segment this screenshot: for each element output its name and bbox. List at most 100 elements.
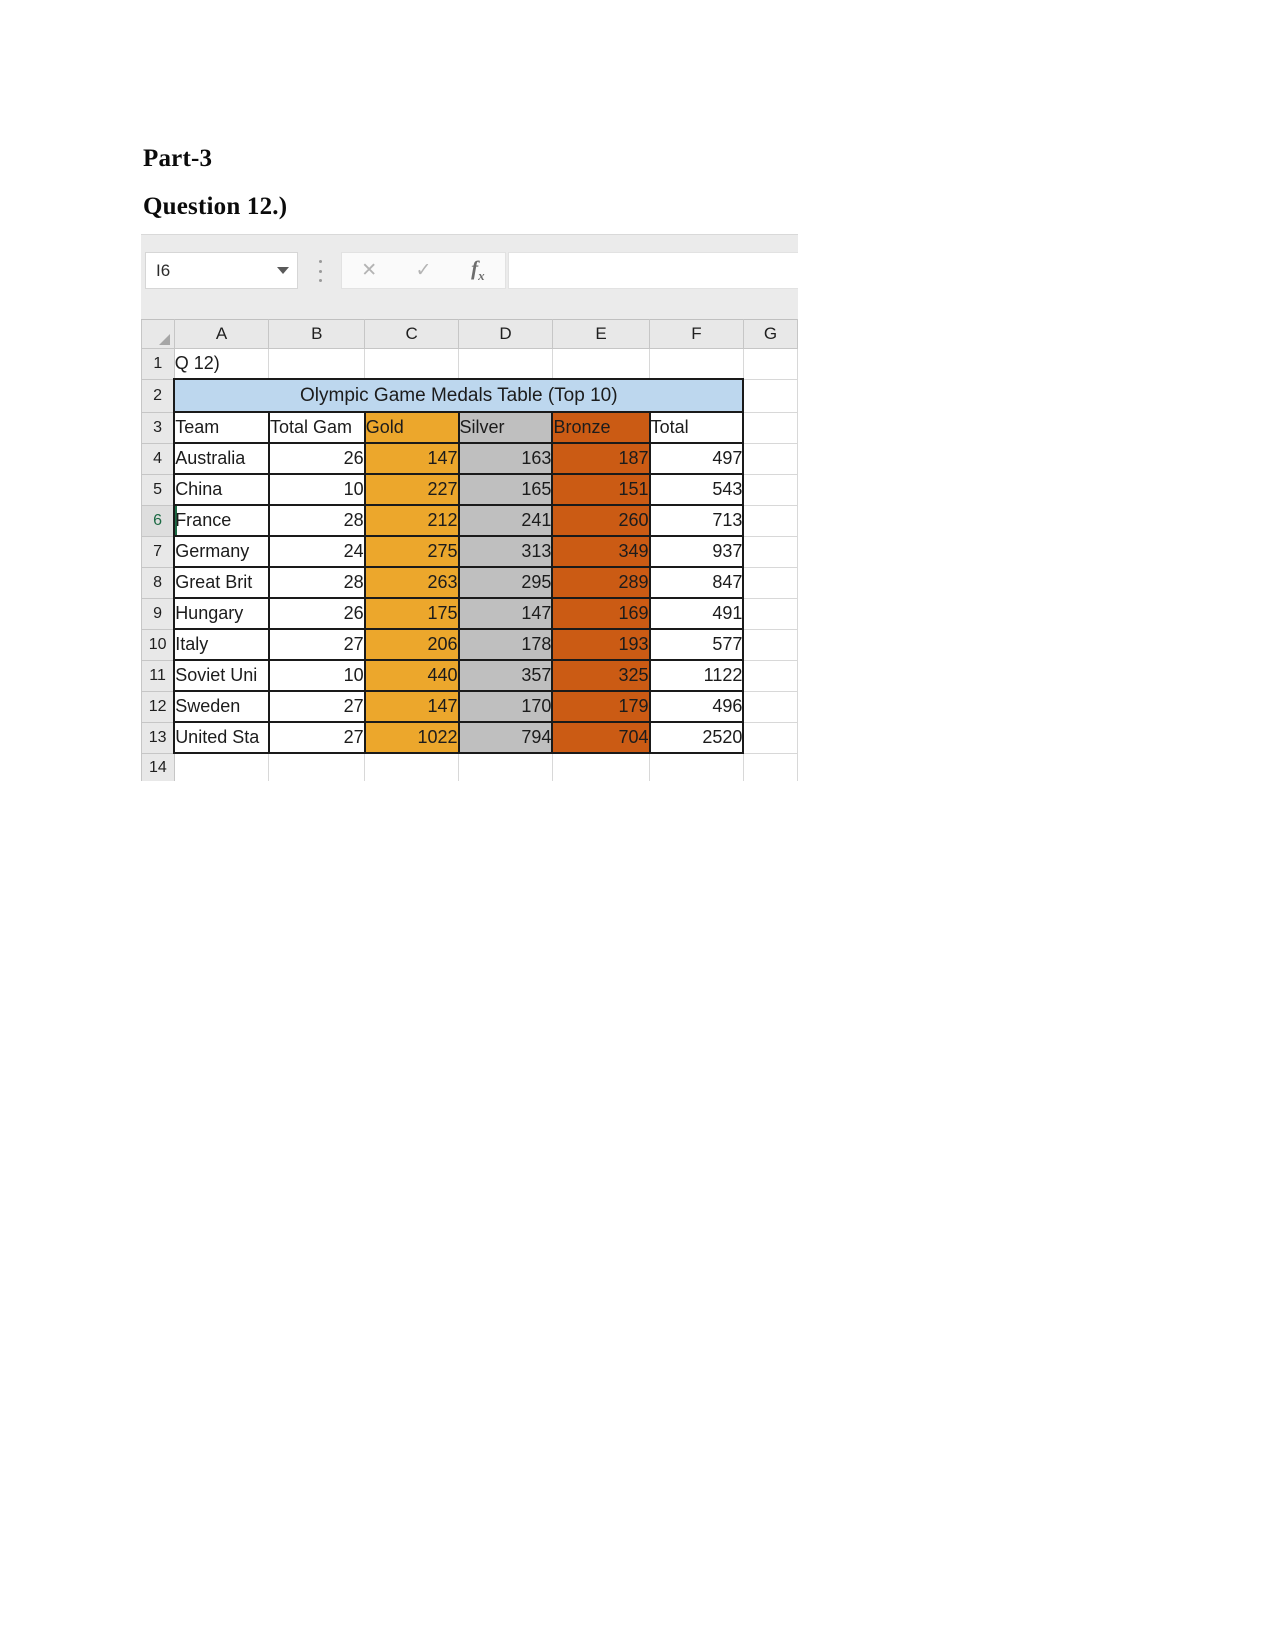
cell-g13[interactable]: [743, 722, 798, 754]
close-icon[interactable]: ✕: [342, 261, 396, 280]
cell-silver[interactable]: 165: [458, 474, 554, 506]
fx-icon[interactable]: fx: [451, 258, 505, 283]
cell-g1[interactable]: [743, 348, 798, 380]
cell-bronze[interactable]: 704: [552, 722, 651, 754]
cell-silver[interactable]: 163: [458, 443, 554, 475]
row-header-10[interactable]: 10: [141, 628, 175, 661]
cell-team[interactable]: China: [173, 474, 270, 506]
cell-g2[interactable]: [743, 379, 798, 413]
cell-team[interactable]: United Sta: [173, 722, 270, 754]
cell-d1[interactable]: [458, 348, 553, 380]
column-header-e[interactable]: E: [551, 319, 651, 349]
cell-total-games[interactable]: 27: [268, 691, 366, 723]
cell-total-games[interactable]: 24: [268, 536, 366, 568]
cell-g12[interactable]: [743, 691, 798, 723]
cell-total[interactable]: 496: [649, 691, 745, 723]
cell-gold[interactable]: 227: [364, 474, 460, 506]
row-header-5[interactable]: 5: [141, 473, 175, 506]
cell-total[interactable]: 491: [649, 598, 745, 630]
cell-gold[interactable]: 212: [364, 505, 460, 537]
cell-f1[interactable]: [649, 348, 744, 380]
cell-bronze[interactable]: 179: [552, 691, 651, 723]
cell-team[interactable]: Hungary: [173, 598, 270, 630]
cell-e14[interactable]: [552, 753, 651, 781]
table-header-team[interactable]: Team: [173, 412, 270, 444]
name-box[interactable]: I6: [145, 252, 298, 289]
cell-bronze[interactable]: 289: [552, 567, 651, 599]
row-header-14[interactable]: 14: [141, 752, 175, 781]
cell-g14[interactable]: [743, 753, 798, 781]
cell-silver[interactable]: 357: [458, 660, 554, 692]
cell-g9[interactable]: [743, 598, 798, 630]
cell-silver[interactable]: 313: [458, 536, 554, 568]
cell-g6[interactable]: [743, 505, 798, 537]
row-header-8[interactable]: 8: [141, 566, 175, 599]
cell-bronze[interactable]: 325: [552, 660, 651, 692]
cell-total-games[interactable]: 10: [268, 660, 366, 692]
column-header-d[interactable]: D: [458, 319, 553, 349]
cell-e1[interactable]: [552, 348, 651, 380]
cell-c1[interactable]: [364, 348, 460, 380]
cell-team[interactable]: France: [173, 505, 270, 537]
column-header-g[interactable]: G: [742, 319, 798, 349]
cell-g10[interactable]: [743, 629, 798, 661]
cell-team[interactable]: Soviet Uni: [173, 660, 270, 692]
cell-gold[interactable]: 275: [364, 536, 460, 568]
row-header-3[interactable]: 3: [141, 411, 175, 444]
cell-total-games[interactable]: 26: [268, 598, 366, 630]
cell-gold[interactable]: 440: [364, 660, 460, 692]
row-header-6[interactable]: 6: [141, 504, 175, 537]
column-header-f[interactable]: F: [649, 319, 744, 349]
cell-bronze[interactable]: 187: [552, 443, 651, 475]
cell-bronze[interactable]: 349: [552, 536, 651, 568]
cell-team[interactable]: Germany: [173, 536, 270, 568]
cell-silver[interactable]: 241: [458, 505, 554, 537]
cell-a1[interactable]: Q 12): [174, 348, 270, 380]
row-header-12[interactable]: 12: [141, 690, 175, 723]
column-header-c[interactable]: C: [364, 319, 460, 349]
cell-g5[interactable]: [743, 474, 798, 506]
cell-silver[interactable]: 794: [458, 722, 554, 754]
cell-a14[interactable]: [174, 753, 270, 781]
cell-team[interactable]: Australia: [173, 443, 270, 475]
row-header-9[interactable]: 9: [141, 597, 175, 630]
row-header-7[interactable]: 7: [141, 535, 175, 568]
cell-f14[interactable]: [649, 753, 744, 781]
table-header-silver[interactable]: Silver: [458, 412, 554, 444]
cell-bronze[interactable]: 151: [552, 474, 651, 506]
table-header-bronze[interactable]: Bronze: [552, 412, 651, 444]
cell-g3[interactable]: [743, 412, 798, 444]
cell-total[interactable]: 847: [649, 567, 745, 599]
cell-gold[interactable]: 206: [364, 629, 460, 661]
cell-b14[interactable]: [268, 753, 366, 781]
table-header-total-games[interactable]: Total Gam: [268, 412, 366, 444]
cell-total-games[interactable]: 10: [268, 474, 366, 506]
row-header-13[interactable]: 13: [141, 721, 175, 754]
cell-g4[interactable]: [743, 443, 798, 475]
cell-total-games[interactable]: 28: [268, 567, 366, 599]
cell-g8[interactable]: [743, 567, 798, 599]
column-header-b[interactable]: B: [268, 319, 366, 349]
cell-gold[interactable]: 147: [364, 443, 460, 475]
table-header-gold[interactable]: Gold: [364, 412, 460, 444]
chevron-down-icon[interactable]: [269, 267, 297, 274]
cell-g11[interactable]: [743, 660, 798, 692]
cell-silver[interactable]: 147: [458, 598, 554, 630]
cell-g7[interactable]: [743, 536, 798, 568]
cell-silver[interactable]: 295: [458, 567, 554, 599]
cell-total-games[interactable]: 27: [268, 722, 366, 754]
row-header-4[interactable]: 4: [141, 442, 175, 475]
cell-bronze[interactable]: 260: [552, 505, 651, 537]
check-icon[interactable]: ✓: [396, 261, 450, 280]
table-header-total[interactable]: Total: [649, 412, 745, 444]
cell-silver[interactable]: 178: [458, 629, 554, 661]
formula-input[interactable]: [508, 252, 798, 289]
cell-total[interactable]: 1122: [649, 660, 745, 692]
cell-team[interactable]: Sweden: [173, 691, 270, 723]
table-title-cell[interactable]: Olympic Game Medals Table (Top 10): [173, 378, 745, 413]
cell-silver[interactable]: 170: [458, 691, 554, 723]
cell-gold[interactable]: 147: [364, 691, 460, 723]
cell-b1[interactable]: [268, 348, 366, 380]
cell-total[interactable]: 543: [649, 474, 745, 506]
cell-total[interactable]: 937: [649, 536, 745, 568]
